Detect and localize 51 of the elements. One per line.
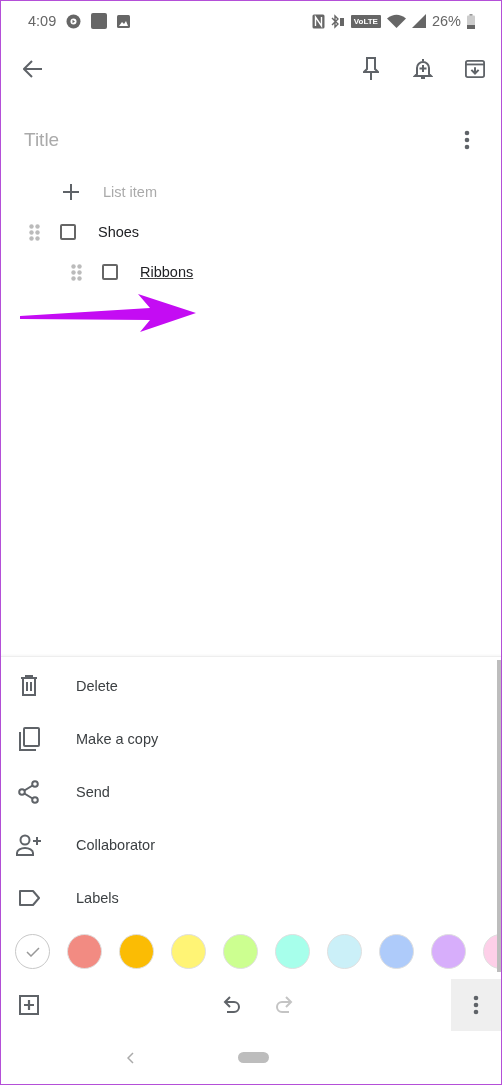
list-item-text[interactable]: Shoes — [98, 224, 140, 240]
color-swatch[interactable] — [327, 934, 362, 969]
nfc-icon — [311, 13, 325, 29]
trash-icon — [20, 674, 38, 697]
pin-icon[interactable] — [363, 57, 379, 81]
clock-time: 4:09 — [28, 13, 57, 29]
battery-percent: 26% — [431, 13, 461, 29]
more-options-icon[interactable] — [464, 130, 470, 150]
drag-handle-icon[interactable] — [29, 223, 40, 241]
drag-handle-icon[interactable] — [71, 263, 82, 281]
archive-icon[interactable] — [465, 59, 485, 79]
menu-item[interactable]: Send — [1, 765, 501, 818]
menu-item[interactable]: Make a copy — [1, 712, 501, 765]
plus-icon[interactable] — [63, 184, 79, 200]
color-swatch[interactable] — [431, 934, 466, 969]
wifi-icon — [386, 14, 406, 28]
checkbox[interactable] — [60, 224, 76, 240]
checkmark-icon — [25, 946, 40, 957]
color-swatch[interactable] — [275, 934, 310, 969]
copy-icon — [18, 726, 40, 751]
menu-item[interactable]: Delete — [1, 659, 501, 712]
color-swatch[interactable] — [15, 934, 50, 969]
undo-icon[interactable] — [223, 996, 241, 1014]
color-swatch[interactable] — [223, 934, 258, 969]
add-box-icon[interactable] — [19, 995, 39, 1015]
color-swatch[interactable] — [171, 934, 206, 969]
more-options-icon[interactable] — [473, 995, 479, 1015]
share-icon — [18, 779, 40, 804]
record-icon — [66, 13, 82, 29]
battery-icon — [467, 13, 475, 29]
label-icon — [18, 889, 40, 906]
title-field[interactable]: Title — [24, 129, 464, 151]
person-add-icon — [16, 833, 42, 856]
cell-signal-icon — [411, 14, 426, 28]
bell-plus-icon[interactable] — [413, 57, 433, 81]
back-arrow-icon[interactable] — [23, 60, 43, 78]
scrollbar[interactable] — [497, 660, 501, 972]
volte-badge: VoLTE — [350, 14, 381, 28]
bluetooth-icon — [330, 13, 345, 29]
menu-item[interactable]: Labels — [1, 871, 501, 924]
image-icon — [117, 14, 131, 28]
square-notification-icon — [91, 13, 108, 29]
color-swatch[interactable] — [67, 934, 102, 969]
list-item-text[interactable]: Ribbons — [140, 264, 194, 280]
home-button[interactable] — [238, 1052, 269, 1063]
back-nav-icon[interactable] — [127, 1051, 135, 1064]
menu-item[interactable]: Collaborator — [1, 818, 501, 871]
list-item-field[interactable]: List item — [103, 184, 501, 200]
color-swatch[interactable] — [119, 934, 154, 969]
color-swatch[interactable] — [379, 934, 414, 969]
checkbox[interactable] — [102, 264, 118, 280]
